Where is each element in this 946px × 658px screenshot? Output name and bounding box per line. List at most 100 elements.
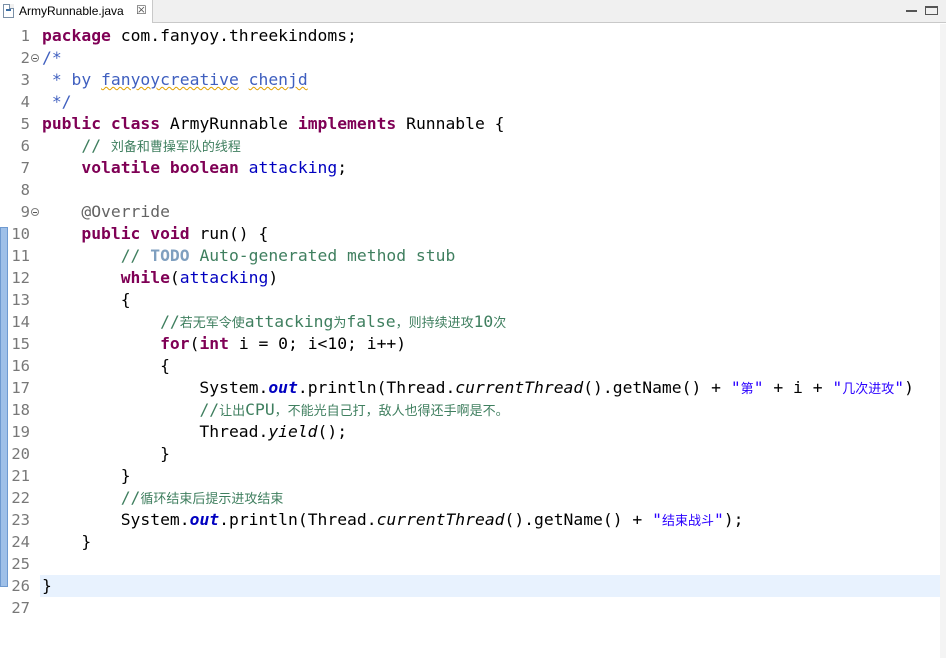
code-line-text: while(attacking) (42, 267, 278, 289)
line-number: 25 (10, 553, 40, 575)
code-token: while (120, 268, 170, 287)
code-token: for (160, 334, 190, 353)
code-line[interactable]: System.out.println(Thread.currentThread(… (40, 377, 946, 399)
code-token: ; (337, 158, 348, 177)
code-token: .println(Thread. (219, 510, 377, 529)
code-token: } (42, 576, 52, 595)
code-token: ( (189, 334, 200, 353)
line-number-text: 10 (11, 225, 30, 243)
code-line[interactable]: { (40, 289, 946, 311)
occurrence-marker[interactable] (0, 227, 8, 587)
code-token: } (42, 532, 92, 551)
line-number-text: 20 (11, 445, 30, 463)
code-token: " (730, 378, 741, 397)
code-line[interactable]: } (40, 575, 946, 597)
code-token: attacking (248, 158, 338, 177)
fold-toggle-icon[interactable] (31, 208, 39, 216)
code-token: // (199, 400, 220, 419)
code-editor[interactable]: package com.fanyoy.threekindoms;/* * by … (40, 24, 946, 658)
line-number: 19 (10, 421, 40, 443)
code-token: void (150, 224, 190, 243)
code-line[interactable] (40, 597, 946, 619)
code-token: Auto-generated method stub (189, 246, 456, 265)
overview-ruler[interactable] (0, 24, 10, 658)
line-number-text: 17 (11, 379, 30, 397)
minimize-icon[interactable] (905, 6, 918, 15)
line-number: 22 (10, 487, 40, 509)
code-line-text: } (42, 465, 131, 487)
line-number: 8 (10, 179, 40, 201)
code-line[interactable]: } (40, 443, 946, 465)
override-indicator-icon[interactable] (0, 231, 8, 237)
code-line[interactable]: System.out.println(Thread.currentThread(… (40, 509, 946, 531)
code-line-text: volatile boolean attacking; (42, 157, 347, 179)
code-token: attacking (179, 268, 269, 287)
close-icon[interactable]: ☒ (136, 3, 147, 18)
vertical-scrollbar[interactable] (940, 24, 946, 658)
code-line[interactable]: // 刘备和曹操军队的线程 (40, 135, 946, 157)
code-line-text: package com.fanyoy.threekindoms; (42, 25, 357, 47)
code-token: // (120, 488, 141, 507)
line-number-text: 6 (20, 137, 30, 155)
code-line[interactable]: volatile boolean attacking; (40, 157, 946, 179)
code-line[interactable]: /* (40, 47, 946, 69)
code-token: .println(Thread. (297, 378, 456, 397)
code-token: public (81, 224, 141, 243)
code-line-text: } (42, 443, 170, 465)
code-token: false (346, 312, 396, 331)
code-line[interactable]: package com.fanyoy.threekindoms; (40, 25, 946, 47)
code-token: { (42, 356, 170, 375)
code-line[interactable]: for(int i = 0; i<10; i++) (40, 333, 946, 355)
code-line[interactable]: //若无军令使attacking为false，则持续进攻10次 (40, 311, 946, 333)
code-token: + i + (763, 378, 833, 397)
code-token: ( (169, 268, 180, 287)
line-number-text: 18 (11, 401, 30, 419)
code-token: volatile (81, 158, 161, 177)
code-token: ) (904, 378, 914, 397)
code-line-text: { (42, 289, 131, 311)
code-token: com.fanyoy.threekindoms; (110, 26, 357, 45)
code-token: TODO (150, 246, 190, 265)
code-line[interactable] (40, 553, 946, 575)
code-line-text: System.out.println(Thread.currentThread(… (42, 509, 744, 533)
code-line[interactable]: Thread.yield(); (40, 421, 946, 443)
code-line[interactable]: { (40, 355, 946, 377)
code-line-text: System.out.println(Thread.currentThread(… (42, 377, 914, 401)
code-line-text: //让出CPU，不能光自己打，敌人也得还手啊是不。 (42, 399, 509, 423)
code-token: ，不能光自己打，敌人也得还手啊是不。 (274, 404, 509, 419)
code-line[interactable]: public class ArmyRunnable implements Run… (40, 113, 946, 135)
code-token: implements (297, 114, 397, 133)
code-token: System. (42, 510, 190, 529)
fold-toggle-icon[interactable] (31, 54, 39, 62)
code-line[interactable]: @Override (40, 201, 946, 223)
maximize-icon[interactable] (925, 6, 938, 15)
code-token: 10 (473, 312, 494, 331)
code-line[interactable]: * by fanyoycreative chenjd (40, 69, 946, 91)
line-number-text: 23 (11, 511, 30, 529)
code-line[interactable]: //让出CPU，不能光自己打，敌人也得还手啊是不。 (40, 399, 946, 421)
code-line[interactable]: //循环结束后提示进攻结束 (40, 487, 946, 509)
code-line[interactable]: // TODO Auto-generated method stub (40, 245, 946, 267)
line-number-text: 5 (20, 115, 30, 133)
code-line[interactable]: } (40, 465, 946, 487)
code-token: 第 (740, 382, 754, 397)
code-line[interactable]: public void run() { (40, 223, 946, 245)
code-line[interactable]: while(attacking) (40, 267, 946, 289)
line-number: 15 (10, 333, 40, 355)
code-line[interactable] (40, 179, 946, 201)
code-token: " (894, 378, 905, 397)
code-line-text: //若无军令使attacking为false，则持续进攻10次 (42, 311, 506, 335)
code-token: ，则持续进攻 (395, 316, 474, 331)
line-number: 17 (10, 377, 40, 399)
code-line[interactable]: } (40, 531, 946, 553)
tab-armyrunnable-java[interactable]: ArmyRunnable.java ☒ (0, 0, 153, 23)
line-number: 13 (10, 289, 40, 311)
code-line[interactable]: */ (40, 91, 946, 113)
code-token: // (81, 136, 111, 155)
